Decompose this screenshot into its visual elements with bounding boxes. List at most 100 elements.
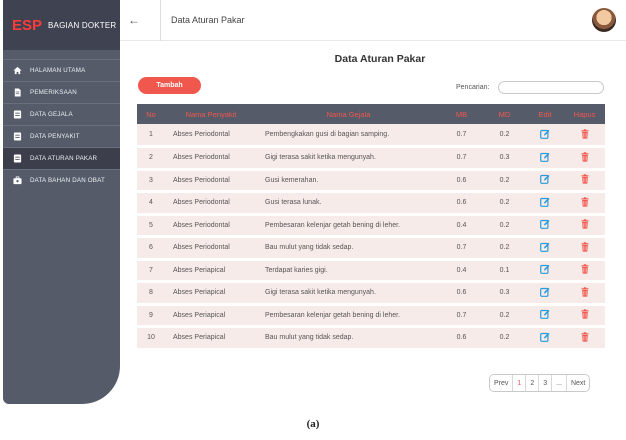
sidebar-item-label: PEMERIKSAAN [30,89,77,96]
edit-icon[interactable] [540,264,550,275]
symptom-name: Gigi terasa sakit ketika mengunyah. [257,281,440,306]
edit-cell [526,326,564,351]
sidebar-item-halaman-utama[interactable]: HALAMAN UTAMA [3,59,120,81]
symptom-name: Bau mulut yang tidak sedap. [257,236,440,261]
md-value: 0.2 [483,326,526,351]
md-value: 0.3 [483,146,526,171]
back-arrow-icon[interactable]: ← [128,13,148,27]
row-number: 2 [137,146,165,171]
pagination-ellipsis: ... [552,375,567,391]
md-value: 0.3 [483,281,526,306]
table-row: 2 Abses Periodontal Gigi terasa sakit keti… [137,146,605,171]
edit-icon[interactable] [540,287,550,297]
edit-cell [526,304,564,328]
edit-icon[interactable] [540,174,550,185]
avatar[interactable] [592,8,616,32]
mb-value: 0.7 [440,124,483,148]
column-header-edit: Edit [526,104,564,124]
symptom-name: Pembengkakan gusi di bagian samping. [257,124,440,148]
brand-logo: ESP [12,16,43,34]
row-number: 5 [137,214,165,238]
mb-value: 0.6 [440,281,483,306]
row-number: 4 [137,191,165,216]
symptom-name: Gusi terasa lunak. [257,191,440,216]
mb-value: 0.4 [440,259,483,283]
row-number: 1 [137,124,165,148]
sidebar-item-data-aturan-pakar[interactable]: DATA ATURAN PAKAR [3,147,120,169]
edit-cell [526,169,564,193]
delete-cell [564,281,605,306]
search-input[interactable] [498,81,604,94]
mb-value: 0.4 [440,214,483,238]
trash-icon[interactable] [580,264,590,274]
brand: ESP BAGIAN DOKTER [3,0,120,50]
header-title: Data Aturan Pakar [160,0,245,41]
add-button[interactable]: Tambah [138,77,201,94]
mb-value: 0.7 [440,304,483,328]
page-button-1[interactable]: 1 [513,375,527,391]
row-number: 9 [137,304,165,328]
sidebar-item-data-gejala[interactable]: DATA GEJALA [3,103,120,125]
edit-cell [526,259,564,283]
edit-icon[interactable] [540,152,550,162]
delete-cell [564,236,605,261]
sidebar-item-data-penyakit[interactable]: DATA PENYAKIT [3,125,120,147]
sidebar-item-label: DATA BAHAN DAN OBAT [30,177,105,184]
disease-name: Abses Periapical [165,326,257,351]
column-header-gejala[interactable]: Nama Gejala [257,104,440,124]
table-row: 5 Abses Periodontal Pembesaran kelenjar ge… [137,214,605,238]
next-page-button[interactable]: Next [566,375,590,391]
column-header-penyakit[interactable]: Nama Penyakit [165,104,257,124]
md-value: 0.2 [483,124,526,148]
edit-cell [526,236,564,261]
column-header-no[interactable]: No [137,104,165,124]
symptom-name: Terdapat karies gigi. [257,259,440,283]
column-header-mb[interactable]: MB [440,104,483,124]
trash-icon[interactable] [580,152,590,162]
delete-cell [564,169,605,193]
rules-table: No Nama Penyakit Nama Gejala MB MD Edit … [137,104,605,351]
column-header-md[interactable]: MD [483,104,526,124]
table-row: 10 Abses Periapical Bau mulut yang tidak s… [137,326,605,351]
trash-icon[interactable] [580,309,590,319]
table-row: 9 Abses Periapical Pembesaran kelenjar get… [137,304,605,328]
row-number: 7 [137,259,165,283]
sidebar-item-label: HALAMAN UTAMA [30,67,86,74]
edit-icon[interactable] [540,242,550,252]
table-row: 7 Abses Periapical Terdapat karies gigi. 0.… [137,259,605,283]
sidebar-item-data-bahan-dan-obat[interactable]: DATA BAHAN DAN OBAT [3,169,120,191]
trash-icon[interactable] [580,332,590,342]
page-title: Data Aturan Pakar [334,53,426,65]
table-row: 8 Abses Periapical Gigi terasa sakit ketik… [137,281,605,306]
page-button-2[interactable]: 2 [526,375,540,391]
prev-page-button[interactable]: Prev [490,375,514,391]
mb-value: 0.6 [440,169,483,193]
page-button-3[interactable]: 3 [539,375,553,391]
edit-icon[interactable] [540,219,550,230]
sidebar-item-pemeriksaan[interactable]: PEMERIKSAAN [3,81,120,103]
trash-icon[interactable] [580,242,590,252]
edit-icon[interactable] [540,332,550,342]
trash-icon[interactable] [580,287,590,297]
trash-icon[interactable] [580,174,590,184]
md-value: 0.2 [483,169,526,193]
delete-cell [564,326,605,351]
search-label: Pencarian: [456,84,490,91]
trash-icon[interactable] [580,128,590,139]
brand-name: BAGIAN DOKTER [48,20,117,30]
disease-name: Abses Periodontal [165,214,257,238]
trash-icon[interactable] [580,197,590,207]
edit-icon[interactable] [540,197,550,207]
edit-icon[interactable] [540,309,550,320]
mb-value: 0.7 [440,236,483,261]
edit-cell [526,191,564,216]
delete-cell [564,304,605,328]
edit-icon[interactable] [540,129,550,139]
delete-cell [564,146,605,171]
table-row: 4 Abses Periodontal Gusi terasa lunak. 0.6 0… [137,191,605,216]
symptom-name: Bau mulut yang tidak sedap. [257,326,440,351]
sidebar-item-label: DATA GEJALA [30,111,73,118]
md-value: 0.1 [483,259,526,283]
disease-name: Abses Periodontal [165,124,257,148]
trash-icon[interactable] [580,219,590,229]
